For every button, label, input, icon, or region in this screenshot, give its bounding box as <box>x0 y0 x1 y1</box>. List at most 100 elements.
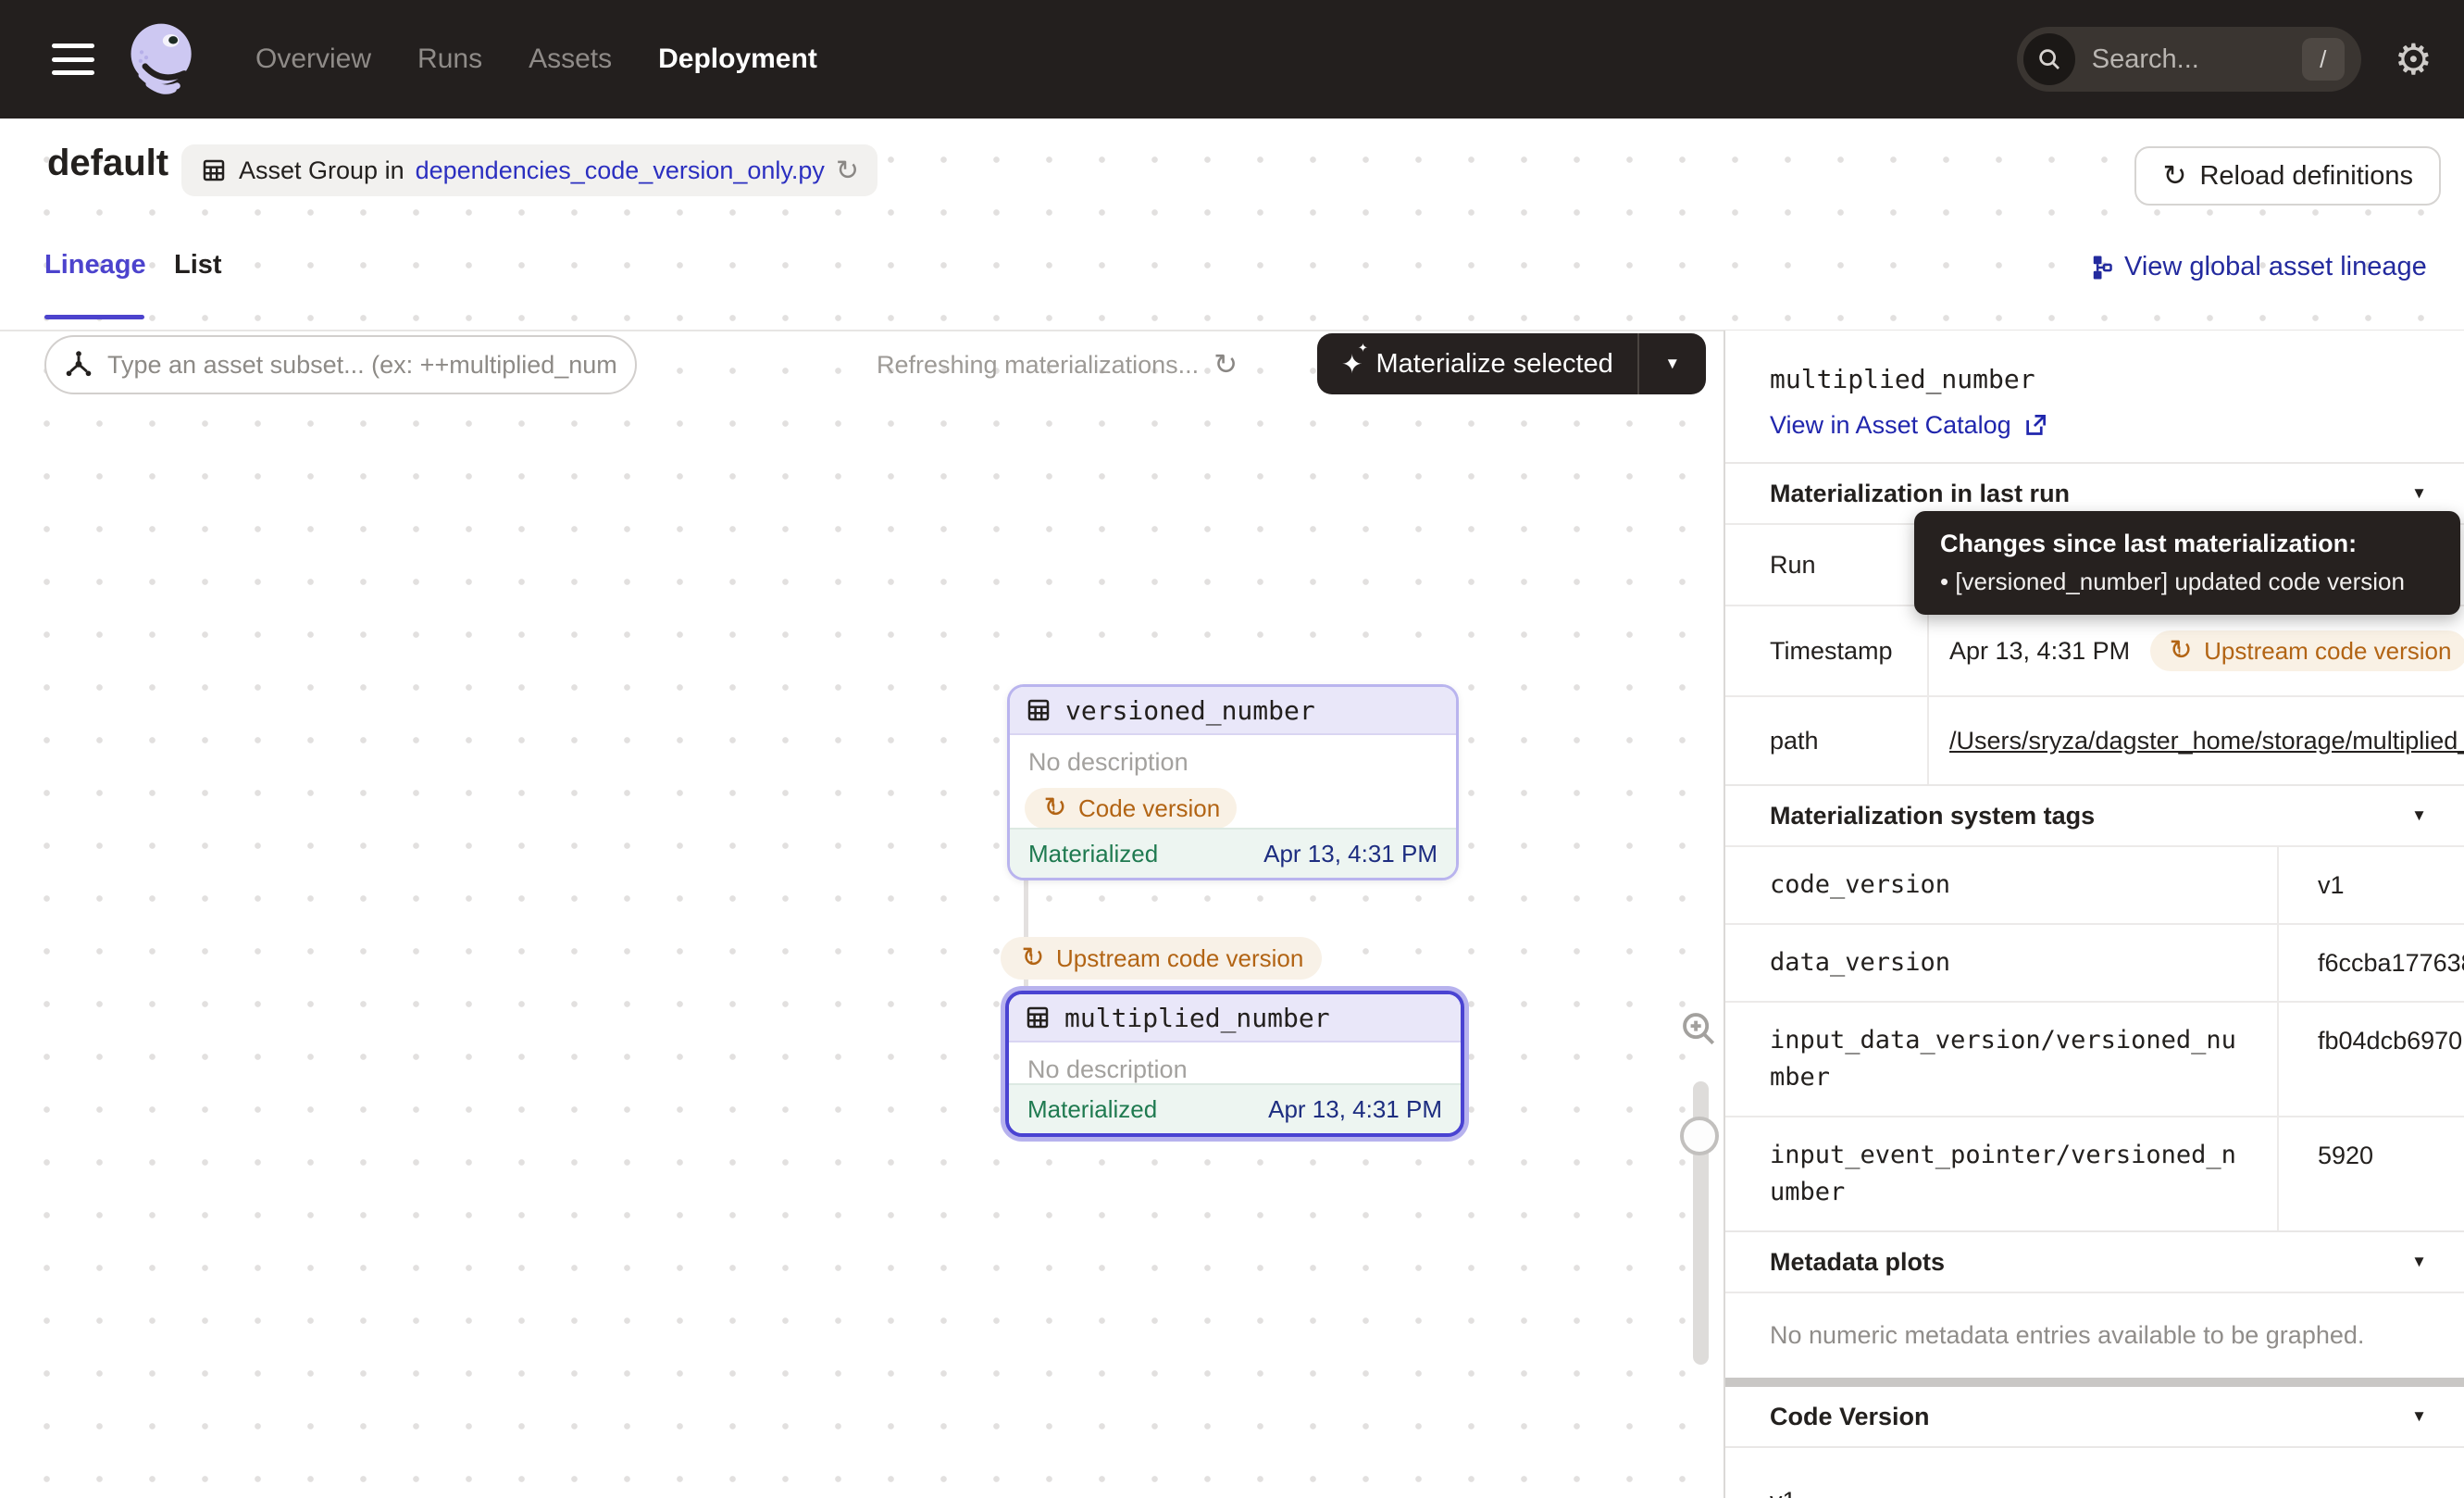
tab-list[interactable]: List <box>174 250 222 281</box>
code-version-chip-label: Code version <box>1078 794 1220 823</box>
nav-item-deployment[interactable]: Deployment <box>658 44 817 75</box>
primary-nav: Overview Runs Assets Deployment <box>255 44 817 75</box>
asset-node-chips: ↻ ! Code version <box>1010 777 1456 829</box>
top-nav-right: / ⚙ <box>2017 27 2464 92</box>
asset-group-icon <box>200 156 228 184</box>
zoom-slider-handle[interactable] <box>1680 1117 1719 1155</box>
run-label: Run <box>1725 525 1927 605</box>
chevron-down-icon: ▼ <box>1664 355 1680 373</box>
section-code-version[interactable]: Code Version ▼ <box>1725 1387 2464 1448</box>
top-nav-bar: Overview Runs Assets Deployment / ⚙ <box>0 0 2464 119</box>
settings-gear-icon[interactable]: ⚙ <box>2395 38 2433 81</box>
nav-item-overview[interactable]: Overview <box>255 44 371 75</box>
reload-definitions-button[interactable]: ↻ Reload definitions <box>2134 146 2441 206</box>
upstream-code-version-badge: ↻ ! Upstream code version <box>2150 630 2464 671</box>
timestamp-row: Timestamp Apr 13, 4:31 PM ↻ ! Upstream c… <box>1725 605 2464 695</box>
system-tag-row: input_data_version/versioned_number fb04… <box>1725 1001 2464 1116</box>
materialized-timestamp-link[interactable]: Apr 13, 4:31 PM <box>1268 1095 1442 1124</box>
global-search[interactable]: / <box>2017 27 2361 92</box>
changes-tooltip: Changes since last materialization: [ver… <box>1914 511 2460 615</box>
asset-node-footer: Materialized Apr 13, 4:31 PM <box>1010 828 1456 878</box>
panel-section-divider[interactable] <box>1725 1378 2464 1387</box>
tooltip-item: [versioned_number] updated code version <box>1940 568 2434 596</box>
tag-key: input_event_pointer/versioned_number <box>1725 1117 2277 1230</box>
asset-subset-filter[interactable] <box>44 335 637 394</box>
nav-item-assets[interactable]: Assets <box>529 44 612 75</box>
view-global-label: View global asset lineage <box>2124 252 2427 282</box>
materialize-dropdown-toggle[interactable]: ▼ <box>1637 333 1706 394</box>
timestamp-value: Apr 13, 4:31 PM <box>1949 637 2130 666</box>
tag-value: 5920 <box>2277 1117 2464 1230</box>
view-in-asset-catalog-link[interactable]: View in Asset Catalog <box>1770 411 2464 440</box>
reload-definitions-label: Reload definitions <box>2199 161 2413 192</box>
section-label: Code Version <box>1770 1403 1930 1431</box>
section-label: Materialization in last run <box>1770 480 2070 508</box>
path-value-link[interactable]: /Users/sryza/dagster_home/storage/multip… <box>1949 727 2464 755</box>
search-shortcut-key: / <box>2302 38 2345 81</box>
asset-subset-input[interactable] <box>106 350 618 381</box>
asset-node-name: multiplied_number <box>1064 1003 1330 1033</box>
refreshing-label: Refreshing materializations... <box>877 351 1199 380</box>
code-version-value: v1 <box>1725 1448 2464 1498</box>
reload-icon: ↻ <box>2162 159 2186 193</box>
asset-node-multiplied-number[interactable]: multiplied_number No description Materia… <box>1005 991 1464 1137</box>
tab-lineage[interactable]: Lineage <box>44 250 146 281</box>
path-label: path <box>1725 697 1927 784</box>
chevron-down-icon: ▼ <box>2411 484 2427 503</box>
view-global-asset-lineage-link[interactable]: View global asset lineage <box>2085 252 2427 282</box>
page-title: default <box>47 143 168 184</box>
asset-node-name: versioned_number <box>1065 695 1315 726</box>
materialize-selected-button[interactable]: ✦ ✦ Materialize selected ▼ <box>1317 333 1706 394</box>
tag-key: code_version <box>1725 847 2277 923</box>
asset-node-description: No description <box>1009 1042 1461 1084</box>
code-version-icon: ↻ ! <box>2167 637 2195 665</box>
asset-node-footer: Materialized Apr 13, 4:31 PM <box>1009 1083 1461 1133</box>
external-link-icon <box>2022 413 2047 438</box>
upstream-code-version-badge: ↻ ! Upstream code version <box>1001 937 1322 980</box>
tag-key: data_version <box>1725 925 2277 1001</box>
materialized-status: Materialized <box>1027 1095 1157 1124</box>
nav-item-runs[interactable]: Runs <box>417 44 482 75</box>
metadata-plots-empty-note: No numeric metadata entries available to… <box>1725 1292 2464 1378</box>
refresh-icon[interactable]: ↻ <box>1213 348 1238 381</box>
tag-key: input_data_version/versioned_number <box>1725 1003 2277 1116</box>
active-tab-underline <box>44 315 144 319</box>
page-content: default Asset Group in dependencies_code… <box>0 119 2464 1498</box>
tag-value: fb04dcb6970 <box>2277 1003 2464 1116</box>
system-tag-row: input_event_pointer/versioned_number 592… <box>1725 1116 2464 1230</box>
asset-node-versioned-number[interactable]: versioned_number No description ↻ ! Code… <box>1007 684 1459 880</box>
materialize-label: Materialize selected <box>1375 349 1612 380</box>
materialized-status: Materialized <box>1028 840 1158 868</box>
section-label: Metadata plots <box>1770 1248 1945 1277</box>
zoom-in-icon[interactable] <box>1677 1007 1720 1050</box>
asset-details-panel: multiplied_number View in Asset Catalog … <box>1724 331 2464 1498</box>
table-asset-icon <box>1024 1004 1052 1031</box>
search-input[interactable] <box>2090 44 2302 76</box>
section-metadata-plots[interactable]: Metadata plots ▼ <box>1725 1230 2464 1292</box>
section-system-tags[interactable]: Materialization system tags ▼ <box>1725 784 2464 845</box>
code-version-icon: ↻ ! <box>1019 944 1047 972</box>
chevron-down-icon: ▼ <box>2411 1253 2427 1271</box>
lineage-graph-icon <box>2085 254 2113 281</box>
catalog-link-label: View in Asset Catalog <box>1770 411 2011 440</box>
reload-group-icon[interactable]: ↻ <box>836 155 859 187</box>
table-asset-icon <box>1025 696 1052 724</box>
dagster-app: Overview Runs Assets Deployment / ⚙ defa… <box>0 0 2464 1498</box>
selected-asset-name: multiplied_number <box>1770 364 2464 394</box>
dagster-logo-icon[interactable] <box>120 17 205 102</box>
timestamp-label: Timestamp <box>1725 606 1927 695</box>
materialize-main[interactable]: ✦ ✦ Materialize selected <box>1317 333 1637 394</box>
tag-value: f6ccba177638 <box>2277 925 2464 1001</box>
code-version-chip[interactable]: ↻ ! Code version <box>1025 788 1237 829</box>
op-selector-icon <box>63 349 94 381</box>
chevron-down-icon: ▼ <box>2411 1407 2427 1426</box>
asset-group-file-link[interactable]: dependencies_code_version_only.py <box>416 156 825 185</box>
materialized-timestamp-link[interactable]: Apr 13, 4:31 PM <box>1263 840 1437 868</box>
path-row: path /Users/sryza/dagster_home/storage/m… <box>1725 695 2464 784</box>
hamburger-menu-icon[interactable] <box>52 44 94 75</box>
section-label: Materialization system tags <box>1770 802 2095 830</box>
code-version-icon: ↻ ! <box>1041 794 1069 822</box>
sparkle-icon: ✦ <box>1358 341 1368 356</box>
upstream-code-version-label: Upstream code version <box>1056 944 1303 973</box>
panel-title-block: multiplied_number View in Asset Catalog <box>1725 331 2464 462</box>
